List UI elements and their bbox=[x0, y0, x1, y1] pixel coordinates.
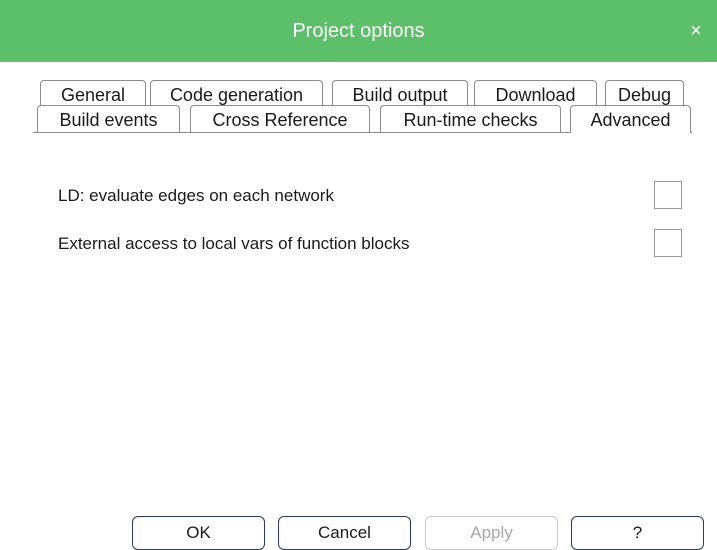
close-icon[interactable]: × bbox=[683, 18, 709, 44]
apply-button[interactable]: Apply bbox=[425, 516, 558, 550]
ok-button[interactable]: OK bbox=[132, 516, 265, 550]
tab-run-time-checks[interactable]: Run-time checks bbox=[380, 105, 561, 133]
tab-debug[interactable]: Debug bbox=[605, 80, 684, 108]
title-bar: Project options × bbox=[0, 0, 717, 62]
external-access-checkbox[interactable] bbox=[654, 229, 682, 257]
option-external-access-label: External access to local vars of functio… bbox=[58, 234, 410, 253]
tab-general[interactable]: General bbox=[40, 80, 146, 108]
tab-download[interactable]: Download bbox=[474, 80, 597, 108]
ld-evaluate-edges-checkbox[interactable] bbox=[654, 181, 682, 209]
tab-code-generation[interactable]: Code generation bbox=[150, 80, 323, 108]
help-button[interactable]: ? bbox=[571, 516, 704, 550]
tab-build-output[interactable]: Build output bbox=[332, 80, 468, 108]
tab-cross-reference[interactable]: Cross Reference bbox=[190, 105, 370, 133]
window-title: Project options bbox=[292, 20, 425, 42]
tab-advanced[interactable]: Advanced bbox=[570, 105, 691, 133]
option-ld-evaluate-edges-label: LD: evaluate edges on each network bbox=[58, 186, 334, 205]
tab-build-events[interactable]: Build events bbox=[37, 105, 180, 133]
cancel-button[interactable]: Cancel bbox=[278, 516, 411, 550]
